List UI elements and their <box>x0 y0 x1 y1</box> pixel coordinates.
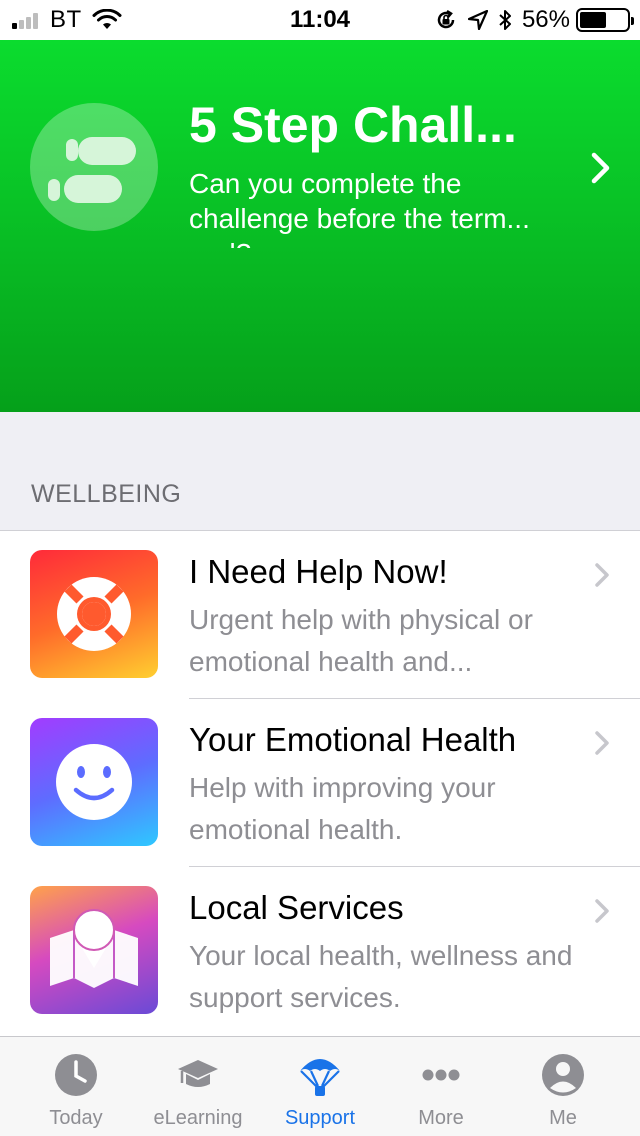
battery-icon <box>576 8 634 32</box>
map-pin-icon <box>30 886 158 1014</box>
battery-level <box>580 12 606 28</box>
bluetooth-icon <box>498 8 512 32</box>
lifebuoy-icon <box>30 550 158 678</box>
tab-me[interactable]: Me <box>499 1037 627 1136</box>
wellbeing-list: I Need Help Now! Urgent help with physic… <box>0 530 640 1036</box>
list-item-need-help[interactable]: I Need Help Now! Urgent help with physic… <box>0 531 640 699</box>
tab-support[interactable]: Support <box>256 1037 384 1136</box>
status-right: 56% <box>424 0 634 40</box>
wellbeing-header: WELLBEING <box>31 480 182 508</box>
carrier-label: BT <box>50 6 82 33</box>
row-subtitle: Help with improving your emotional healt… <box>189 772 496 845</box>
status-left: BT <box>12 0 122 40</box>
smiley-icon <box>30 718 158 846</box>
list-item-emotional-health[interactable]: Your Emotional Health Help with improvin… <box>0 699 640 867</box>
location-icon <box>467 10 488 30</box>
tab-bar: Today eLearning Support More Me <box>0 1036 640 1136</box>
row-title: I Need Help Now! <box>189 553 448 590</box>
status-bar: BT 11:04 56% <box>0 0 640 40</box>
row-subtitle: Your local health, wellness and support … <box>189 940 573 1013</box>
tab-label: More <box>418 1107 464 1129</box>
footsteps-icon <box>30 103 158 231</box>
tab-label: Today <box>49 1107 103 1129</box>
chevron-right-icon <box>595 563 609 587</box>
row-title: Local Services <box>189 889 404 926</box>
row-title: Your Emotional Health <box>189 721 517 758</box>
more-dots-icon <box>422 1069 460 1081</box>
tab-label: Support <box>284 1107 356 1129</box>
signal-icon <box>12 11 40 29</box>
hero-title: 5 Step Chall... <box>189 97 517 153</box>
tab-label: Me <box>549 1107 577 1129</box>
clock-icon <box>55 1054 97 1096</box>
battery-percent: 56% <box>521 6 570 33</box>
hero-subtitle: Can you complete the challenge before th… <box>189 168 530 248</box>
parachute-icon <box>300 1059 340 1096</box>
graduation-cap-icon <box>178 1060 218 1087</box>
list-item-local-services[interactable]: Local Services Your local health, wellne… <box>0 867 640 1035</box>
tab-today[interactable]: Today <box>12 1037 140 1136</box>
tab-label: eLearning <box>153 1107 243 1129</box>
chevron-right-icon <box>595 731 609 755</box>
challenge-banner[interactable]: 5 Step Chall... Can you complete the cha… <box>0 40 640 412</box>
chevron-right-icon <box>595 899 609 923</box>
wifi-icon <box>92 9 122 31</box>
chevron-right-icon <box>591 152 610 184</box>
orientation-lock-icon <box>434 8 458 32</box>
person-icon <box>542 1054 584 1096</box>
row-subtitle: Urgent help with physical or emotional h… <box>189 604 533 677</box>
tab-elearning[interactable]: eLearning <box>134 1037 262 1136</box>
tab-more[interactable]: More <box>377 1037 505 1136</box>
